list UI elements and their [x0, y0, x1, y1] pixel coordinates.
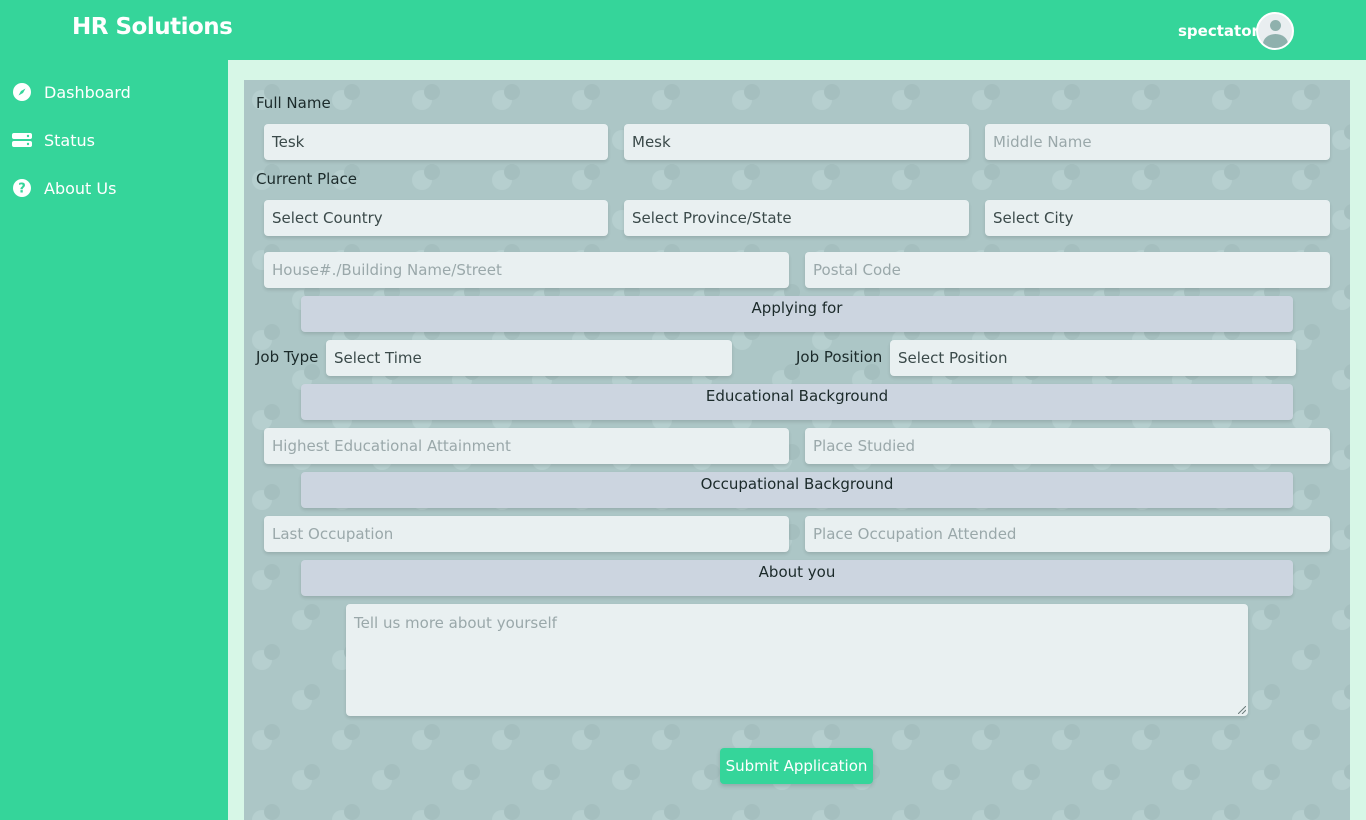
main-content: Full Name Tesk Mesk Middle Name Current …	[228, 60, 1366, 820]
username[interactable]: spectator	[1178, 22, 1259, 40]
city-select[interactable]: Select City	[985, 200, 1330, 236]
svg-text:?: ?	[18, 182, 26, 197]
about-placeholder: Tell us more about yourself	[354, 614, 557, 632]
section-applying-for: Applying for	[301, 296, 1293, 332]
sidebar-item-status[interactable]: Status	[0, 120, 228, 160]
resize-grip-icon[interactable]	[1238, 706, 1246, 714]
full-name-label: Full Name	[256, 94, 331, 112]
education-input[interactable]: Highest Educational Attainment	[264, 428, 789, 464]
last-name-input[interactable]: Mesk	[624, 124, 969, 160]
last-occupation-input[interactable]: Last Occupation	[264, 516, 789, 552]
application-form-panel: Full Name Tesk Mesk Middle Name Current …	[244, 80, 1350, 820]
province-select[interactable]: Select Province/State	[624, 200, 969, 236]
submit-application-button[interactable]: Submit Application	[720, 748, 873, 784]
sidebar-item-dashboard[interactable]: Dashboard	[0, 72, 228, 112]
section-about-you: About you	[301, 560, 1293, 596]
section-occupational-background: Occupational Background	[301, 472, 1293, 508]
job-position-label: Job Position	[796, 348, 883, 366]
place-occupation-input[interactable]: Place Occupation Attended	[805, 516, 1330, 552]
top-bar: HR Solutions spectator	[0, 0, 1366, 60]
server-icon	[12, 133, 32, 147]
job-type-select[interactable]: Select Time	[326, 340, 732, 376]
compass-icon	[13, 83, 31, 101]
middle-name-input[interactable]: Middle Name	[985, 124, 1330, 160]
question-icon: ?	[13, 179, 31, 197]
sidebar-item-about-us[interactable]: ? About Us	[0, 168, 228, 208]
sidebar-item-label: Dashboard	[44, 83, 131, 102]
street-input[interactable]: House#./Building Name/Street	[264, 252, 789, 288]
brand-title[interactable]: HR Solutions	[72, 14, 233, 40]
sidebar-item-label: About Us	[44, 179, 117, 198]
about-textarea[interactable]: Tell us more about yourself	[346, 604, 1248, 716]
country-select[interactable]: Select Country	[264, 200, 608, 236]
current-place-label: Current Place	[256, 170, 357, 188]
first-name-input[interactable]: Tesk	[264, 124, 608, 160]
job-type-label: Job Type	[256, 348, 319, 366]
sidebar-item-label: Status	[44, 131, 95, 150]
place-studied-input[interactable]: Place Studied	[805, 428, 1330, 464]
user-avatar-icon[interactable]	[1256, 12, 1294, 50]
job-position-select[interactable]: Select Position	[890, 340, 1296, 376]
section-educational-background: Educational Background	[301, 384, 1293, 420]
sidebar: Dashboard Status ? About Us	[0, 60, 228, 820]
postal-code-input[interactable]: Postal Code	[805, 252, 1330, 288]
